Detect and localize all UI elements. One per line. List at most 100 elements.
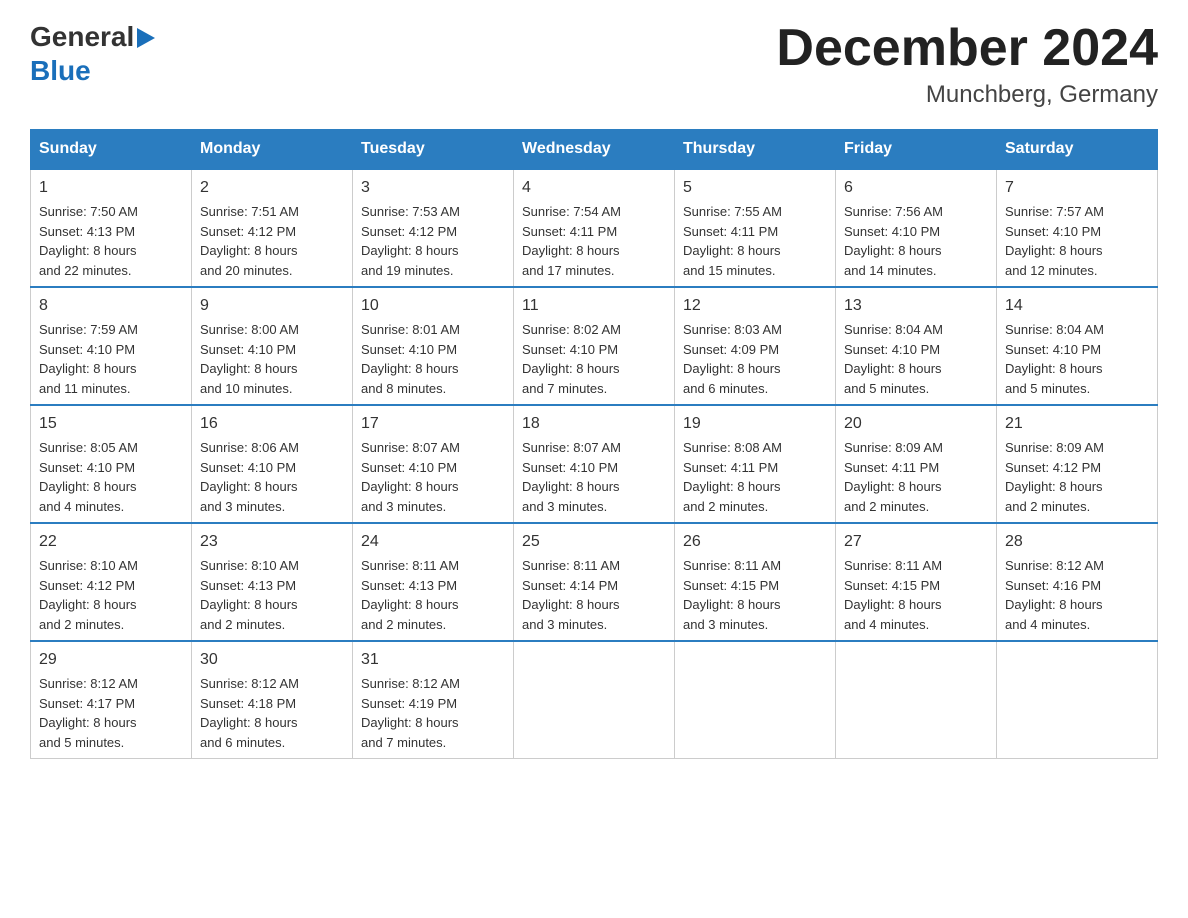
table-row: 16 Sunrise: 8:06 AMSunset: 4:10 PMDayligh… bbox=[192, 405, 353, 523]
week-row-3: 15 Sunrise: 8:05 AMSunset: 4:10 PMDayligh… bbox=[31, 405, 1158, 523]
day-header-friday: Friday bbox=[836, 130, 997, 170]
table-row: 5Sunrise: 7:55 AMSunset: 4:11 PMDaylight… bbox=[675, 169, 836, 287]
day-info: Sunrise: 8:11 AMSunset: 4:14 PMDaylight:… bbox=[522, 558, 620, 632]
page-title: December 2024 bbox=[776, 20, 1158, 77]
table-row: 24Sunrise: 8:11 AMSunset: 4:13 PMDayligh… bbox=[353, 523, 514, 641]
table-row: 12 Sunrise: 8:03 AMSunset: 4:09 PMDayligh… bbox=[675, 287, 836, 405]
day-number: 6 bbox=[844, 176, 988, 200]
day-info: Sunrise: 7:54 AMSunset: 4:11 PMDaylight:… bbox=[522, 204, 621, 278]
day-number: 16 bbox=[200, 412, 344, 436]
week-row-4: 22Sunrise: 8:10 AMSunset: 4:12 PMDayligh… bbox=[31, 523, 1158, 641]
table-row: 27Sunrise: 8:11 AMSunset: 4:15 PMDayligh… bbox=[836, 523, 997, 641]
day-info: Sunrise: 7:53 AMSunset: 4:12 PMDaylight:… bbox=[361, 204, 460, 278]
day-info: Sunrise: 8:04 AMSunset: 4:10 PMDaylight:… bbox=[1005, 322, 1104, 396]
table-row: 3 Sunrise: 7:53 AMSunset: 4:12 PMDaylight… bbox=[353, 169, 514, 287]
day-info: Sunrise: 8:03 AMSunset: 4:09 PMDaylight:… bbox=[683, 322, 782, 396]
day-info: Sunrise: 7:50 AMSunset: 4:13 PMDaylight:… bbox=[39, 204, 138, 278]
day-info: Sunrise: 7:51 AMSunset: 4:12 PMDaylight:… bbox=[200, 204, 299, 278]
day-number: 2 bbox=[200, 176, 344, 200]
week-row-1: 1 Sunrise: 7:50 AMSunset: 4:13 PMDaylight… bbox=[31, 169, 1158, 287]
table-row bbox=[675, 641, 836, 759]
day-info: Sunrise: 8:11 AMSunset: 4:15 PMDaylight:… bbox=[844, 558, 942, 632]
day-number: 12 bbox=[683, 294, 827, 318]
day-number: 30 bbox=[200, 648, 344, 672]
day-info: Sunrise: 8:07 AMSunset: 4:10 PMDaylight:… bbox=[522, 440, 621, 514]
table-row: 1 Sunrise: 7:50 AMSunset: 4:13 PMDaylight… bbox=[31, 169, 192, 287]
day-number: 29 bbox=[39, 648, 183, 672]
day-number: 15 bbox=[39, 412, 183, 436]
day-number: 17 bbox=[361, 412, 505, 436]
table-row: 11Sunrise: 8:02 AMSunset: 4:10 PMDayligh… bbox=[514, 287, 675, 405]
day-number: 20 bbox=[844, 412, 988, 436]
day-number: 23 bbox=[200, 530, 344, 554]
table-row bbox=[997, 641, 1158, 759]
day-number: 3 bbox=[361, 176, 505, 200]
table-row: 22Sunrise: 8:10 AMSunset: 4:12 PMDayligh… bbox=[31, 523, 192, 641]
day-header-thursday: Thursday bbox=[675, 130, 836, 170]
day-number: 8 bbox=[39, 294, 183, 318]
day-number: 1 bbox=[39, 176, 183, 200]
table-row: 29 Sunrise: 8:12 AMSunset: 4:17 PMDayligh… bbox=[31, 641, 192, 759]
day-info: Sunrise: 8:12 AMSunset: 4:16 PMDaylight:… bbox=[1005, 558, 1104, 632]
day-number: 5 bbox=[683, 176, 827, 200]
week-row-5: 29 Sunrise: 8:12 AMSunset: 4:17 PMDayligh… bbox=[31, 641, 1158, 759]
day-number: 21 bbox=[1005, 412, 1149, 436]
day-number: 4 bbox=[522, 176, 666, 200]
day-number: 28 bbox=[1005, 530, 1149, 554]
table-row: 28 Sunrise: 8:12 AMSunset: 4:16 PMDayligh… bbox=[997, 523, 1158, 641]
day-header-sunday: Sunday bbox=[31, 130, 192, 170]
day-info: Sunrise: 8:12 AMSunset: 4:18 PMDaylight:… bbox=[200, 676, 299, 750]
week-row-2: 8Sunrise: 7:59 AMSunset: 4:10 PMDaylight… bbox=[31, 287, 1158, 405]
table-row: 4 Sunrise: 7:54 AMSunset: 4:11 PMDaylight… bbox=[514, 169, 675, 287]
table-row: 9 Sunrise: 8:00 AMSunset: 4:10 PMDaylight… bbox=[192, 287, 353, 405]
day-number: 25 bbox=[522, 530, 666, 554]
title-area: December 2024 Munchberg, Germany bbox=[776, 20, 1158, 109]
day-info: Sunrise: 8:07 AMSunset: 4:10 PMDaylight:… bbox=[361, 440, 460, 514]
day-number: 7 bbox=[1005, 176, 1149, 200]
table-row: 8Sunrise: 7:59 AMSunset: 4:10 PMDaylight… bbox=[31, 287, 192, 405]
table-row: 13Sunrise: 8:04 AMSunset: 4:10 PMDayligh… bbox=[836, 287, 997, 405]
table-row: 19 Sunrise: 8:08 AMSunset: 4:11 PMDayligh… bbox=[675, 405, 836, 523]
day-info: Sunrise: 8:04 AMSunset: 4:10 PMDaylight:… bbox=[844, 322, 943, 396]
day-info: Sunrise: 8:11 AMSunset: 4:15 PMDaylight:… bbox=[683, 558, 781, 632]
day-info: Sunrise: 8:10 AMSunset: 4:13 PMDaylight:… bbox=[200, 558, 299, 632]
table-row: 20 Sunrise: 8:09 AMSunset: 4:11 PMDayligh… bbox=[836, 405, 997, 523]
table-row: 21 Sunrise: 8:09 AMSunset: 4:12 PMDayligh… bbox=[997, 405, 1158, 523]
logo-general-text: General bbox=[30, 20, 134, 54]
day-number: 19 bbox=[683, 412, 827, 436]
table-row: 26Sunrise: 8:11 AMSunset: 4:15 PMDayligh… bbox=[675, 523, 836, 641]
day-info: Sunrise: 8:01 AMSunset: 4:10 PMDaylight:… bbox=[361, 322, 460, 396]
table-row bbox=[836, 641, 997, 759]
day-info: Sunrise: 8:00 AMSunset: 4:10 PMDaylight:… bbox=[200, 322, 299, 396]
logo: General Blue bbox=[30, 20, 155, 87]
day-number: 10 bbox=[361, 294, 505, 318]
day-info: Sunrise: 8:09 AMSunset: 4:12 PMDaylight:… bbox=[1005, 440, 1104, 514]
table-row: 23 Sunrise: 8:10 AMSunset: 4:13 PMDayligh… bbox=[192, 523, 353, 641]
table-row: 2 Sunrise: 7:51 AMSunset: 4:12 PMDaylight… bbox=[192, 169, 353, 287]
days-header-row: SundayMondayTuesdayWednesdayThursdayFrid… bbox=[31, 130, 1158, 170]
day-info: Sunrise: 8:09 AMSunset: 4:11 PMDaylight:… bbox=[844, 440, 943, 514]
day-header-tuesday: Tuesday bbox=[353, 130, 514, 170]
day-info: Sunrise: 8:12 AMSunset: 4:17 PMDaylight:… bbox=[39, 676, 138, 750]
day-header-saturday: Saturday bbox=[997, 130, 1158, 170]
table-row: 14Sunrise: 8:04 AMSunset: 4:10 PMDayligh… bbox=[997, 287, 1158, 405]
day-header-monday: Monday bbox=[192, 130, 353, 170]
day-info: Sunrise: 7:56 AMSunset: 4:10 PMDaylight:… bbox=[844, 204, 943, 278]
day-number: 31 bbox=[361, 648, 505, 672]
day-info: Sunrise: 8:08 AMSunset: 4:11 PMDaylight:… bbox=[683, 440, 782, 514]
day-number: 9 bbox=[200, 294, 344, 318]
day-header-wednesday: Wednesday bbox=[514, 130, 675, 170]
table-row: 10 Sunrise: 8:01 AMSunset: 4:10 PMDayligh… bbox=[353, 287, 514, 405]
table-row: 17 Sunrise: 8:07 AMSunset: 4:10 PMDayligh… bbox=[353, 405, 514, 523]
day-info: Sunrise: 8:05 AMSunset: 4:10 PMDaylight:… bbox=[39, 440, 138, 514]
page-subtitle: Munchberg, Germany bbox=[776, 81, 1158, 109]
table-row: 18 Sunrise: 8:07 AMSunset: 4:10 PMDayligh… bbox=[514, 405, 675, 523]
day-number: 18 bbox=[522, 412, 666, 436]
day-info: Sunrise: 8:06 AMSunset: 4:10 PMDaylight:… bbox=[200, 440, 299, 514]
table-row: 15 Sunrise: 8:05 AMSunset: 4:10 PMDayligh… bbox=[31, 405, 192, 523]
calendar-table: SundayMondayTuesdayWednesdayThursdayFrid… bbox=[30, 129, 1158, 759]
table-row: 25 Sunrise: 8:11 AMSunset: 4:14 PMDayligh… bbox=[514, 523, 675, 641]
table-row: 31Sunrise: 8:12 AMSunset: 4:19 PMDayligh… bbox=[353, 641, 514, 759]
day-number: 22 bbox=[39, 530, 183, 554]
day-number: 24 bbox=[361, 530, 505, 554]
